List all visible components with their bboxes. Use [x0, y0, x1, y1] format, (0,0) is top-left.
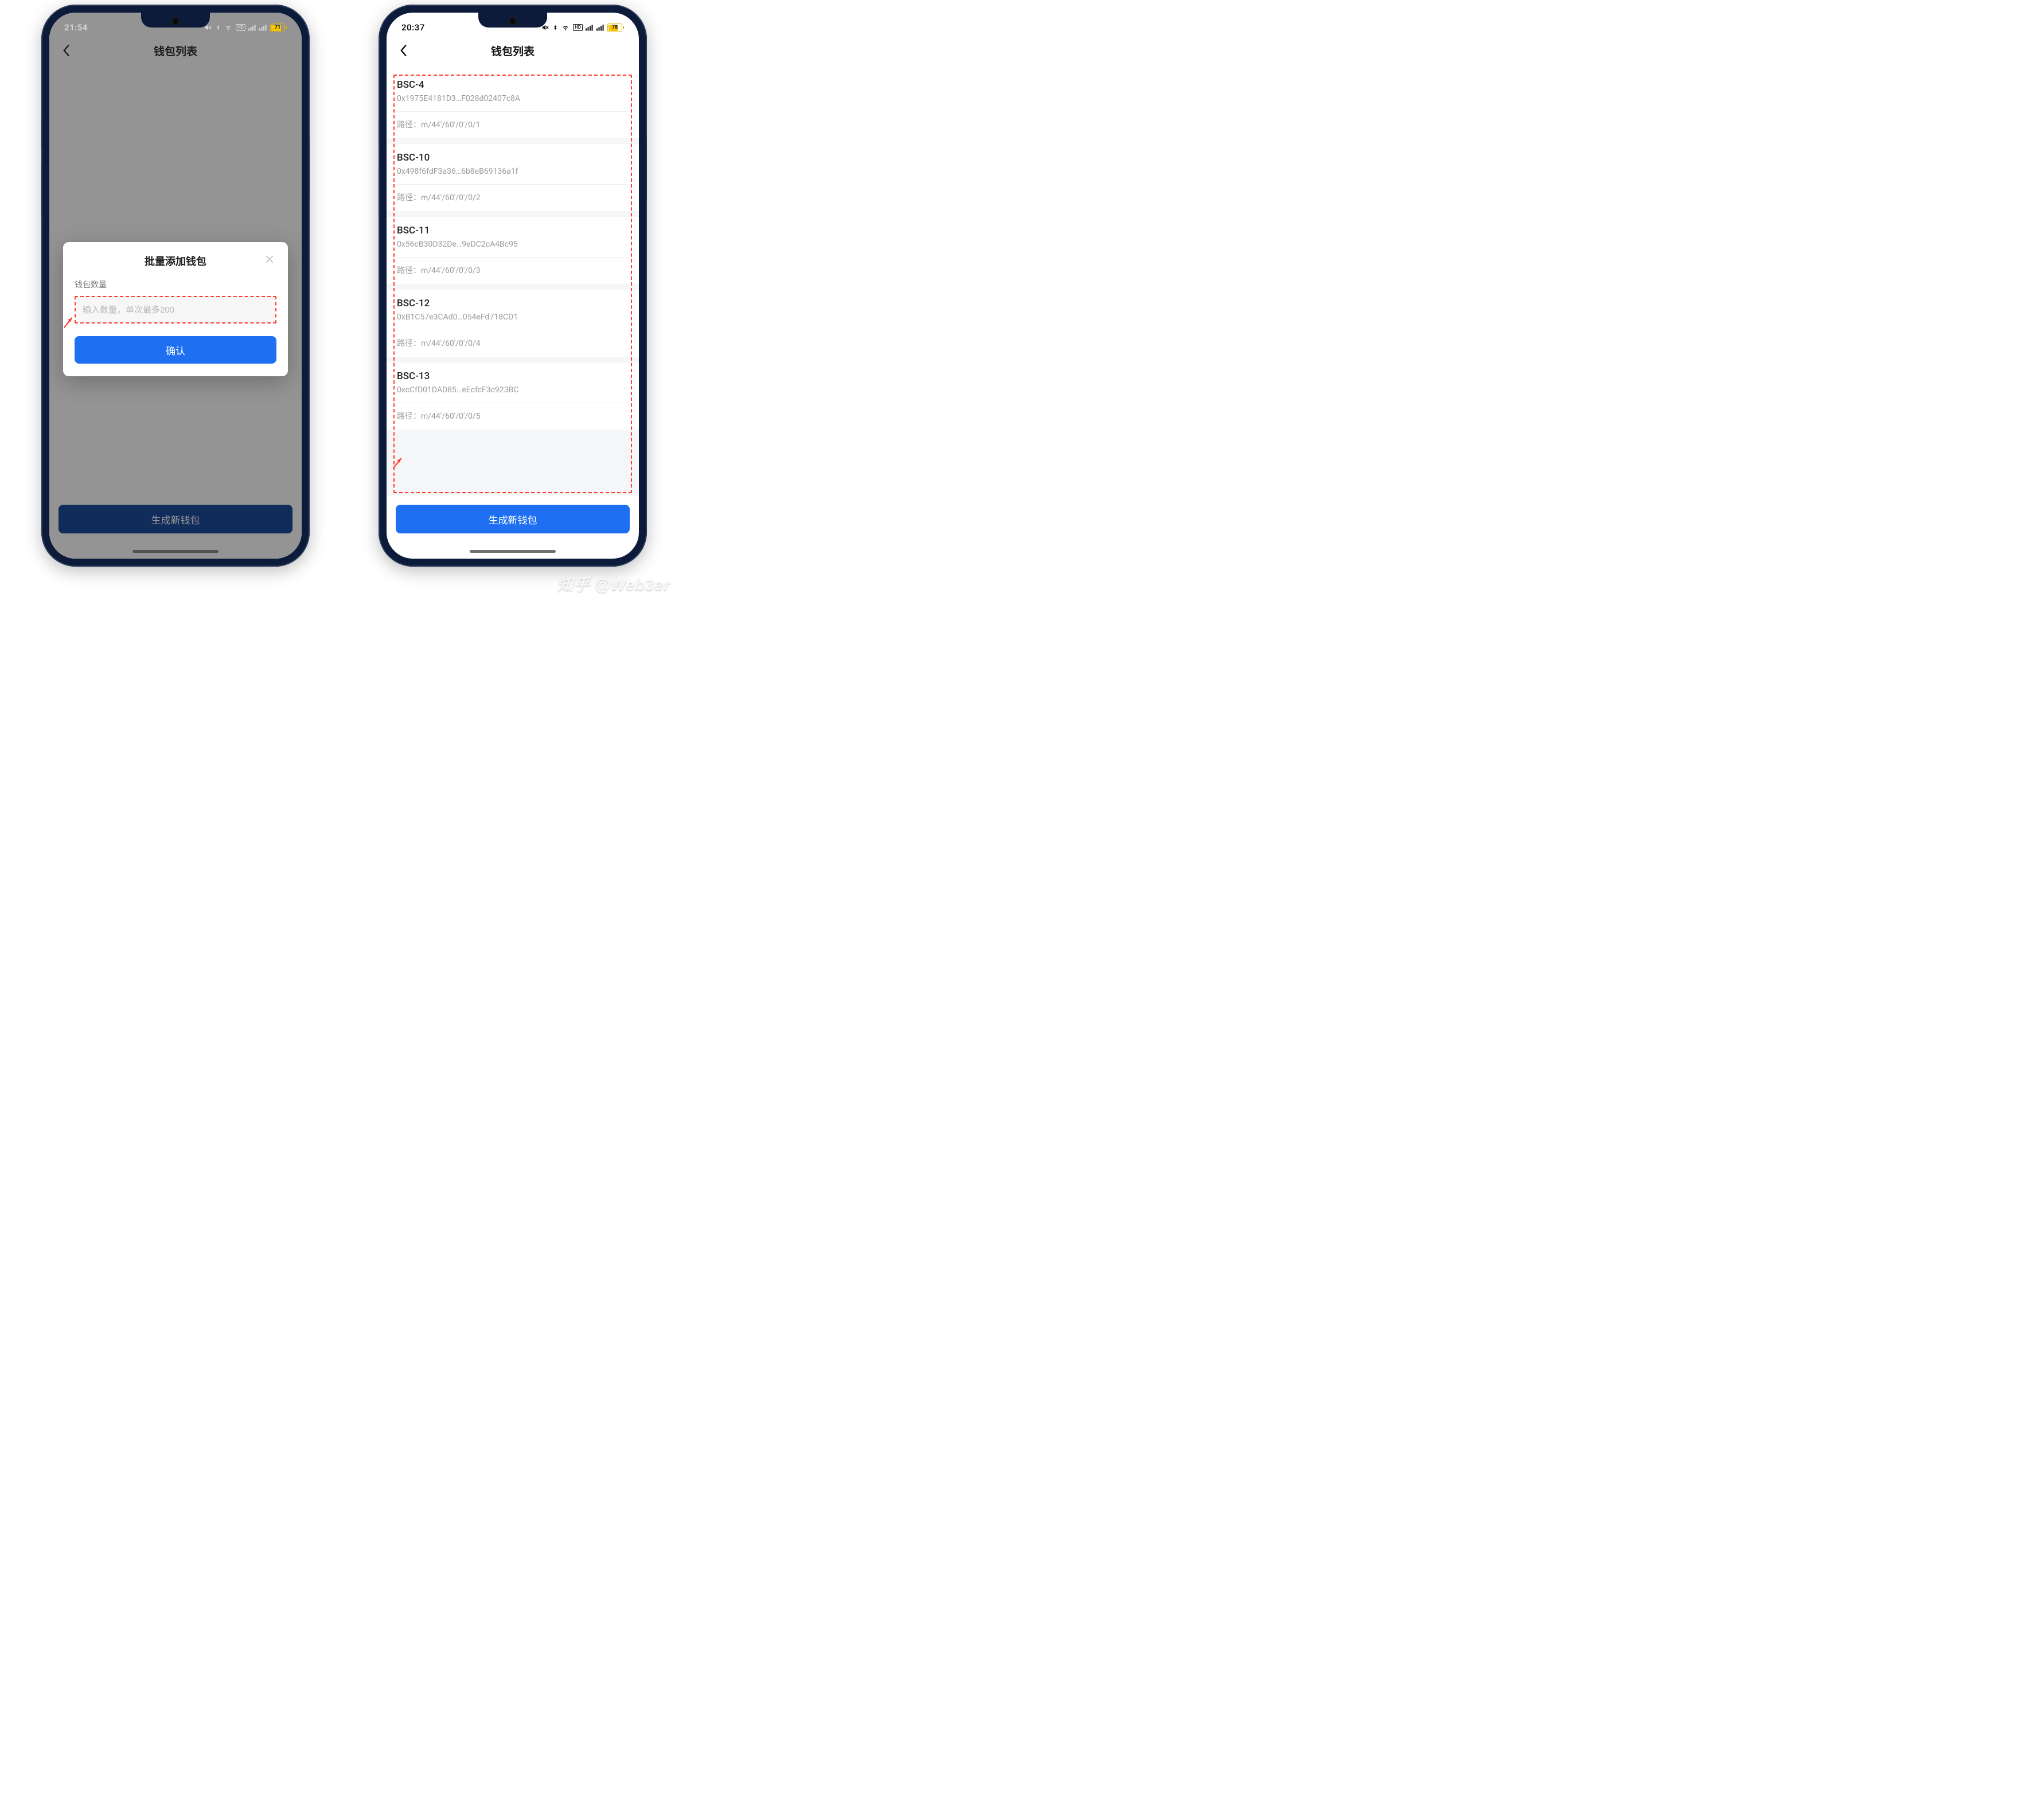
path-label: 路径： — [397, 339, 421, 348]
modal-title: 批量添加钱包 — [145, 256, 206, 268]
battery-level: 78 — [612, 25, 618, 30]
status-time: 21:54 — [64, 22, 88, 33]
bluetooth-icon — [215, 24, 221, 32]
wallet-path: m/44'/60'/0'/0/5 — [421, 412, 481, 421]
annotation-arrow-icon — [63, 314, 78, 329]
annotation-arrow-icon — [392, 454, 407, 469]
path-label: 路径： — [397, 193, 421, 202]
watermark: 知乎 @Web3er — [557, 572, 670, 595]
generate-wallet-label: 生成新钱包 — [489, 512, 537, 527]
phone-mockup-left: 21:54 HD 71 钱包列表 生成新钱包 — [41, 5, 310, 567]
hd-icon: HD — [573, 24, 583, 31]
signal-icon-1 — [248, 24, 256, 31]
annotation-highlight — [75, 296, 276, 323]
signal-icon-1 — [586, 24, 594, 31]
wallet-item[interactable]: BSC-10 0x498f6fdF3a36…6b8eB69136a1f 路径：m… — [387, 144, 639, 211]
wifi-icon — [224, 24, 233, 31]
back-button[interactable] — [395, 42, 412, 59]
wallet-item[interactable]: BSC-13 0xcCfD01DAD85…eEcfcF3c923BC 路径：m/… — [387, 362, 639, 430]
battery-icon: 78 — [607, 24, 624, 32]
wallet-item[interactable]: BSC-11 0x56cB30D32De…9eDC2cA4Bc95 路径：m/4… — [387, 217, 639, 284]
wallet-path: m/44'/60'/0'/0/2 — [421, 193, 481, 202]
wallet-name: BSC-10 — [397, 152, 629, 163]
wallet-name: BSC-13 — [397, 371, 629, 382]
phone-mockup-right: 20:37 HD 78 钱包列表 — [379, 5, 647, 567]
screen-right: 20:37 HD 78 钱包列表 — [387, 13, 639, 559]
wallet-list[interactable]: BSC-4 0x1975E4181D3…F028d02407c8A 路径：m/4… — [387, 71, 639, 496]
home-indicator[interactable] — [470, 550, 556, 553]
wallet-item[interactable]: BSC-4 0x1975E4181D3…F028d02407c8A 路径：m/4… — [387, 71, 639, 138]
nav-header: 钱包列表 — [387, 36, 639, 65]
confirm-button[interactable]: 确认 — [75, 336, 276, 364]
notch — [478, 13, 547, 28]
confirm-label: 确认 — [166, 343, 185, 357]
wallet-address: 0xB1C57e3CAd0…054eFd718CD1 — [397, 313, 629, 330]
home-indicator[interactable] — [132, 550, 219, 553]
signal-icon-2 — [259, 24, 267, 31]
battery-icon: 71 — [270, 24, 287, 32]
quantity-label: 钱包数量 — [75, 279, 276, 290]
path-label: 路径： — [397, 266, 421, 275]
hd-icon: HD — [236, 24, 245, 31]
page-title: 钱包列表 — [491, 43, 535, 59]
screen-left: 21:54 HD 71 钱包列表 生成新钱包 — [49, 13, 302, 559]
quantity-input[interactable] — [76, 297, 275, 322]
wallet-address: 0x56cB30D32De…9eDC2cA4Bc95 — [397, 240, 629, 258]
wallet-item[interactable]: BSC-12 0xB1C57e3CAd0…054eFd718CD1 路径：m/4… — [387, 290, 639, 357]
bluetooth-icon — [552, 24, 558, 32]
status-time: 20:37 — [401, 22, 425, 33]
wallet-path: m/44'/60'/0'/0/3 — [421, 266, 481, 275]
wallet-address: 0xcCfD01DAD85…eEcfcF3c923BC — [397, 385, 629, 403]
notch — [141, 13, 210, 28]
wallet-name: BSC-4 — [397, 79, 629, 91]
wallet-name: BSC-11 — [397, 225, 629, 236]
bulk-add-modal: 批量添加钱包 钱包数量 确认 — [63, 242, 288, 376]
wallet-address: 0x1975E4181D3…F028d02407c8A — [397, 94, 629, 112]
wifi-icon — [561, 24, 570, 31]
battery-level: 71 — [275, 25, 280, 30]
path-label: 路径： — [397, 412, 421, 421]
wallet-path: m/44'/60'/0'/0/4 — [421, 339, 481, 348]
wallet-path: m/44'/60'/0'/0/1 — [421, 120, 481, 130]
close-icon[interactable] — [263, 252, 276, 266]
wallet-name: BSC-12 — [397, 298, 629, 309]
generate-wallet-button[interactable]: 生成新钱包 — [396, 505, 630, 533]
path-label: 路径： — [397, 120, 421, 130]
signal-icon-2 — [596, 24, 604, 31]
wallet-address: 0x498f6fdF3a36…6b8eB69136a1f — [397, 167, 629, 185]
